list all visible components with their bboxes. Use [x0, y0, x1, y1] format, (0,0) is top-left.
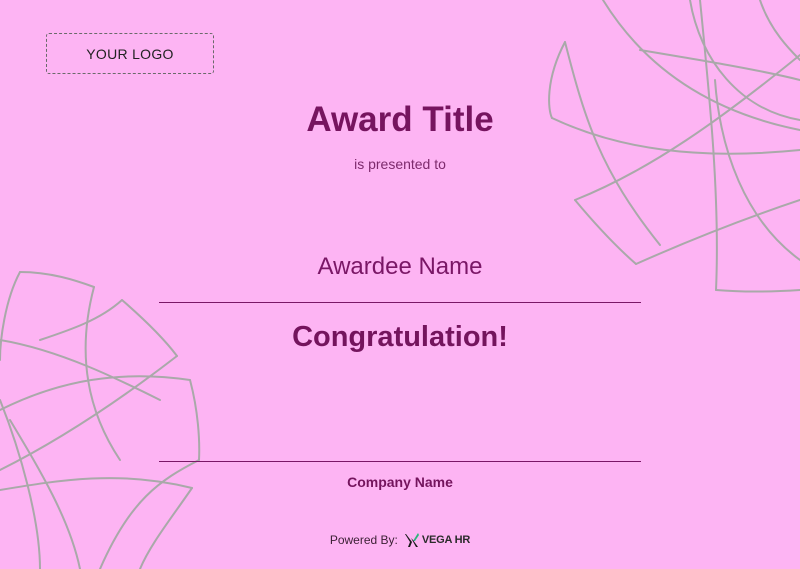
brand-name: VEGA HR — [421, 534, 471, 546]
decorative-swirl-bottom-left — [0, 271, 201, 569]
company-name: Company Name — [347, 474, 453, 490]
presented-to-text: is presented to — [354, 156, 446, 172]
congratulation-message: Congratulation! — [292, 321, 508, 353]
brand-logo: VEGA HR — [404, 532, 470, 548]
awardee-underline — [159, 302, 641, 303]
signature-line — [159, 461, 641, 462]
powered-by: Powered By: VEGA HR — [0, 532, 800, 548]
logo-placeholder: YOUR LOGO — [46, 33, 214, 74]
powered-by-label: Powered By: — [329, 533, 398, 547]
award-title: Award Title — [306, 100, 494, 139]
vega-x-logo-icon — [404, 533, 419, 547]
certificate: YOUR LOGO Award Title is presented to Aw… — [0, 0, 800, 569]
awardee-name: Awardee Name — [317, 253, 483, 280]
